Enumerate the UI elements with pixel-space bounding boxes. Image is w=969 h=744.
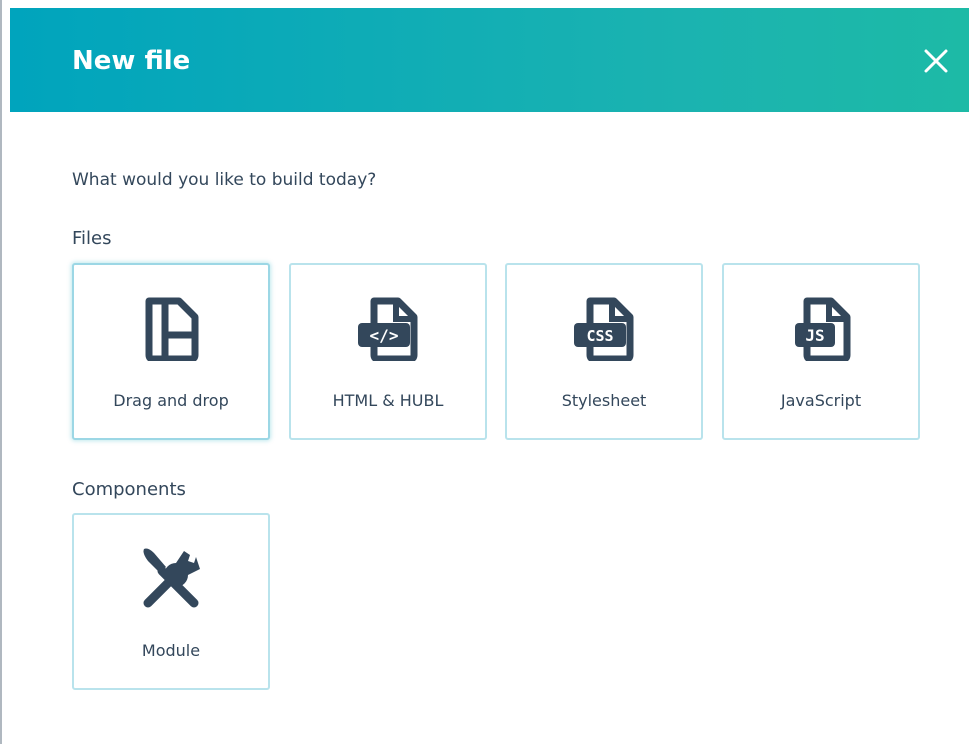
- card-label: HTML & HUBL: [332, 391, 444, 410]
- close-button[interactable]: [921, 46, 951, 76]
- js-file-icon: JS: [795, 297, 851, 361]
- close-icon: [924, 49, 948, 73]
- dialog-header: New file: [10, 8, 969, 112]
- drag-and-drop-layout-icon: [145, 297, 199, 361]
- dialog-title: New file: [72, 46, 191, 76]
- card-label: Drag and drop: [113, 391, 229, 410]
- card-label: Stylesheet: [561, 391, 647, 410]
- card-label: Module: [141, 641, 201, 660]
- files-section-label: Files: [72, 228, 112, 249]
- js-badge-text: JS: [805, 326, 824, 345]
- html-file-icon: </>: [358, 297, 418, 361]
- components-section-label: Components: [72, 479, 186, 500]
- drag-and-drop-card[interactable]: Drag and drop: [72, 263, 270, 440]
- new-file-dialog: New file What would you like to build to…: [0, 0, 969, 744]
- stylesheet-card[interactable]: CSS Stylesheet: [505, 263, 703, 440]
- css-file-icon: CSS: [574, 297, 634, 361]
- css-badge-text: CSS: [586, 327, 613, 345]
- build-prompt: What would you like to build today?: [72, 170, 377, 190]
- javascript-card[interactable]: JS JavaScript: [722, 263, 920, 440]
- module-card[interactable]: Module: [72, 513, 270, 690]
- brush-and-wrench-icon: [143, 548, 200, 608]
- card-label: JavaScript: [780, 391, 862, 410]
- html-hubl-card[interactable]: </> HTML & HUBL: [289, 263, 487, 440]
- html-badge-text: </>: [370, 326, 399, 345]
